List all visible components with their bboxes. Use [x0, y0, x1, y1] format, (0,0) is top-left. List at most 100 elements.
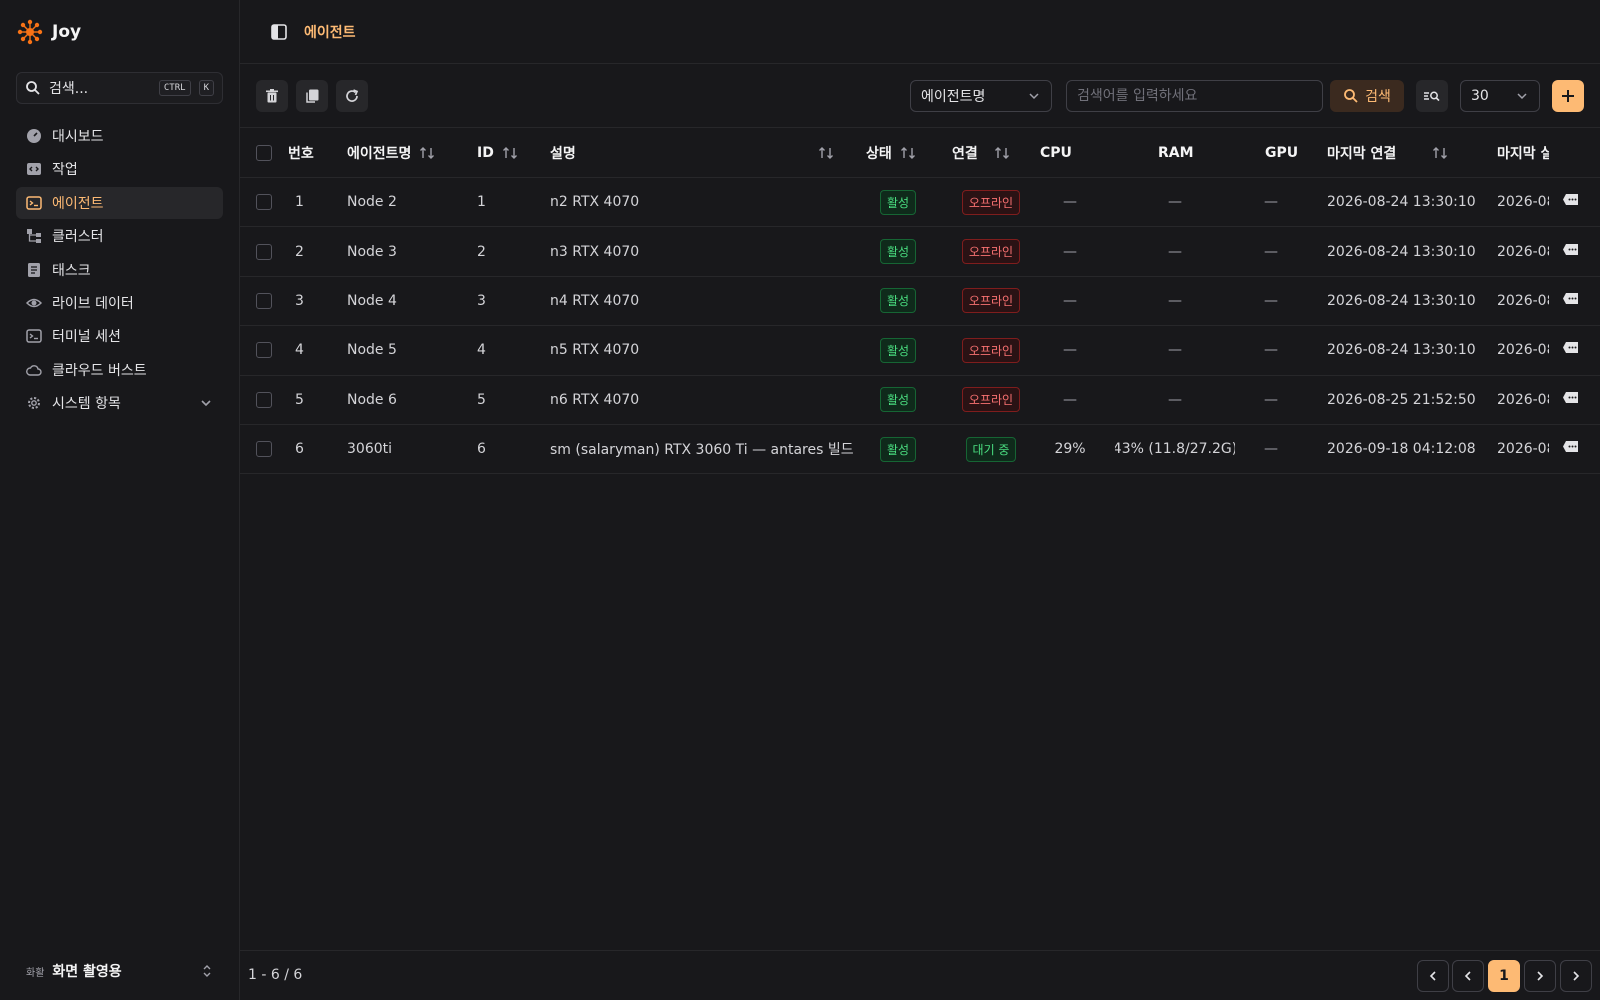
sidebar-item-agents[interactable]: 에이전트	[16, 186, 223, 219]
table-row[interactable]: 6 3060ti 6 sm (salaryman) RTX 3060 Ti — ant…	[240, 425, 1600, 475]
cell-agent-name-text: Node 2	[347, 194, 397, 211]
cell-id-text: 3	[477, 292, 486, 309]
status-badge: 활성	[880, 239, 917, 265]
table-footer: 1 - 6 / 6 1	[240, 950, 1600, 1000]
sort-icon	[1433, 146, 1448, 159]
row-menu-button[interactable]	[1562, 391, 1580, 409]
row-checkbox[interactable]	[256, 441, 272, 458]
eye-icon	[26, 298, 42, 308]
chevron-right-icon	[1537, 971, 1544, 981]
table-row[interactable]: 1 Node 2 1 n2 RTX 4070 활성 오프라인 — — —2026-08-24 1…	[240, 178, 1600, 228]
cell-cpu: 29%	[1010, 425, 1130, 473]
col-status[interactable]: 상태	[866, 128, 918, 177]
comment-icon	[1563, 243, 1578, 255]
row-menu-button[interactable]	[1562, 341, 1580, 359]
row-menu-button[interactable]	[1562, 243, 1580, 261]
row-menu-button[interactable]	[1562, 292, 1580, 310]
comment-icon	[1563, 292, 1578, 304]
sidebar-item-system[interactable]: 시스템 항목	[16, 387, 223, 419]
table-row[interactable]: 3 Node 4 3 n4 RTX 4070 활성 오프라인 — — —2026-08-24 1…	[240, 277, 1600, 327]
row-select-cell	[256, 376, 272, 424]
row-checkbox[interactable]	[256, 194, 272, 211]
row-checkbox[interactable]	[256, 342, 272, 359]
cell-id: 6	[477, 425, 486, 473]
sidebar-item-cloud-burst[interactable]: 클라우드 버스트	[16, 354, 223, 386]
gear-icon	[28, 397, 40, 410]
status-badge: 활성	[880, 288, 917, 314]
cell-agent-name: Node 2	[347, 178, 397, 226]
sidebar-item-cluster[interactable]: 클러스터	[16, 220, 223, 252]
comment-icon	[1563, 391, 1578, 403]
sidebar-item-jobs[interactable]: 작업	[16, 153, 223, 185]
last-page-button[interactable]	[1560, 960, 1592, 992]
add-agent-button[interactable]	[1552, 80, 1584, 112]
shortcut-k: K	[198, 80, 214, 96]
col-conn[interactable]: 연결	[952, 128, 1012, 177]
row-checkbox[interactable]	[256, 243, 272, 260]
cell-agent-name: Node 3	[347, 227, 397, 275]
breadcrumb[interactable]: 에이전트	[304, 22, 356, 42]
delete-button[interactable]	[256, 80, 288, 112]
sidebar-item-label: 터미널 세션	[52, 329, 121, 346]
workspace-switcher[interactable]: 화활 화면 촬영용	[16, 954, 223, 988]
search-button[interactable]: 검색	[1330, 80, 1404, 112]
chevron-up-down-icon	[203, 965, 211, 977]
col-name-label: 에이전트명	[347, 145, 412, 162]
cell-id-text: 2	[477, 243, 486, 260]
search-input[interactable]	[1066, 80, 1323, 112]
table-row[interactable]: 5 Node 6 5 n6 RTX 4070 활성 오프라인 — — —2026-08-25 2…	[240, 376, 1600, 425]
sort-icon	[994, 146, 1009, 159]
sidebar-item-label: 대시보드	[52, 129, 104, 145]
copy-button[interactable]	[296, 80, 328, 112]
row-select-cell	[256, 178, 272, 226]
refresh-button[interactable]	[336, 80, 368, 112]
app-name: Joy	[52, 22, 82, 42]
cell-last-extra-text: 2026-08	[1497, 292, 1549, 309]
table-row[interactable]: 2 Node 3 2 n3 RTX 4070 활성 오프라인 — — —2026-08-24 1…	[240, 227, 1600, 277]
sidebar-item-terminal-sessions[interactable]: 터미널 세션	[16, 320, 223, 352]
brand[interactable]: Joy	[16, 16, 81, 48]
col-desc-sort[interactable]	[818, 128, 836, 177]
select-all-cell	[256, 128, 272, 177]
row-checkbox[interactable]	[256, 292, 272, 309]
cell-ram-text: —	[1168, 391, 1182, 408]
cell-id: 1	[477, 178, 486, 226]
col-last-conn[interactable]: 마지막 연결	[1327, 128, 1450, 177]
col-id[interactable]: ID	[477, 128, 520, 177]
sidebar-item-label: 에이전트	[52, 195, 104, 212]
page-size-select[interactable]: 30	[1460, 80, 1540, 112]
filter-field-select[interactable]: 에이전트명	[910, 80, 1052, 112]
row-select-cell	[256, 326, 272, 374]
select-all-checkbox[interactable]	[256, 144, 272, 161]
row-menu-button[interactable]	[1562, 193, 1580, 211]
cell-status: 활성	[880, 227, 917, 275]
row-menu-button[interactable]	[1562, 440, 1580, 458]
cell-agent-name: Node 6	[347, 376, 397, 424]
sidebar-search[interactable]: 검색... CTRL K	[16, 72, 223, 104]
cell-gpu: —	[1211, 277, 1331, 325]
first-page-button[interactable]	[1417, 960, 1449, 992]
sidebar-toggle-icon[interactable]	[270, 23, 288, 41]
table-row[interactable]: 4 Node 5 4 n5 RTX 4070 활성 오프라인 — — —2026-08-24 1…	[240, 326, 1600, 376]
table-header: 번호 에이전트명 ID 설명 상태 연결 CPU RAM GPU 마지막 연결 …	[240, 128, 1600, 178]
sidebar-item-label: 작업	[52, 162, 78, 179]
sidebar-item-dashboard[interactable]: 대시보드	[16, 120, 223, 152]
cell-last-extra-text: 2026-08	[1497, 342, 1549, 359]
page-button-current[interactable]: 1	[1488, 960, 1520, 992]
sort-icon	[819, 146, 833, 159]
row-checkbox[interactable]	[256, 391, 272, 408]
col-ram: RAM	[1158, 144, 1194, 161]
cell-last-connection-text: 2026-08-24 13:30:10	[1327, 292, 1476, 309]
col-name[interactable]: 에이전트명	[347, 128, 437, 177]
cell-agent-name-text: Node 6	[347, 391, 397, 408]
prev-page-button[interactable]	[1452, 960, 1484, 992]
sidebar-item-tasks[interactable]: 태스크	[16, 254, 223, 286]
sidebar-item-live-data[interactable]: 라이브 데이터	[16, 287, 223, 319]
advanced-search-button[interactable]	[1416, 80, 1448, 112]
cell-cpu-text: —	[1063, 243, 1077, 260]
cell-num-text: 2	[295, 243, 304, 260]
col-cpu: CPU	[1040, 144, 1072, 161]
filter-field-value: 에이전트명	[921, 89, 986, 105]
cell-description-text: n5 RTX 4070	[550, 342, 640, 359]
next-page-button[interactable]	[1524, 960, 1556, 992]
